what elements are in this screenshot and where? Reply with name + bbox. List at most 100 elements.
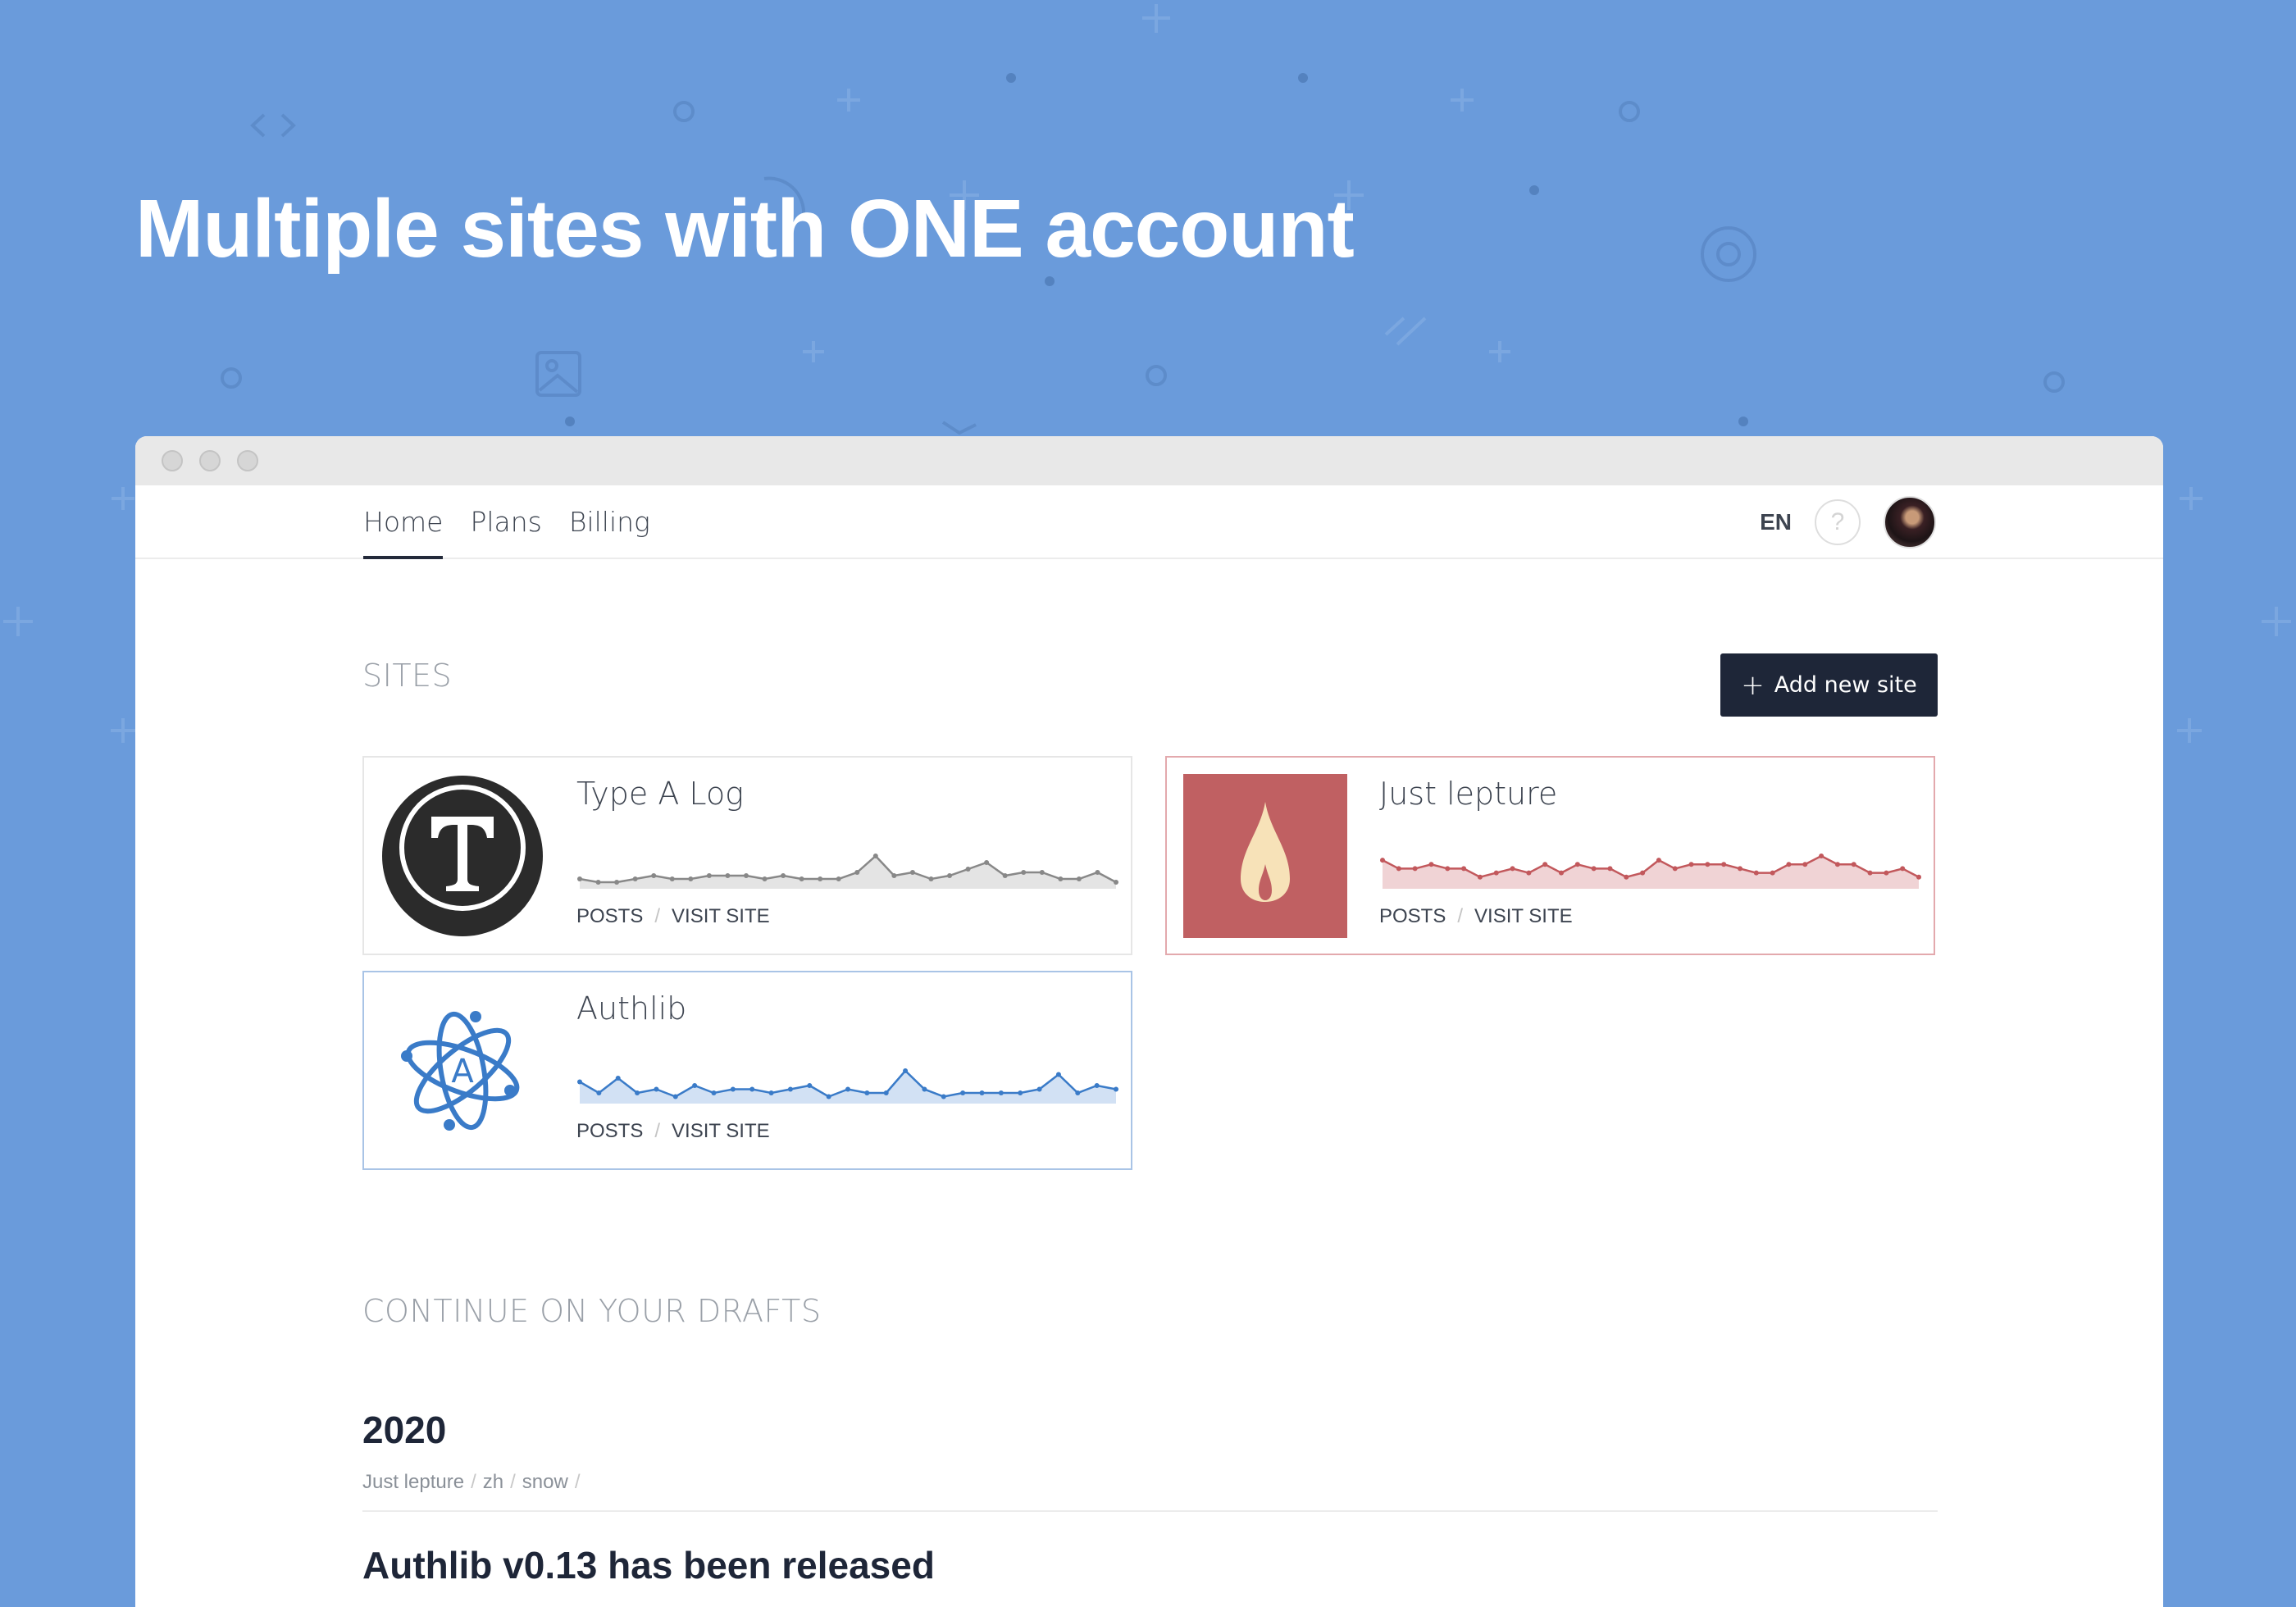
sparkline-point (807, 1083, 813, 1088)
visit-site-link[interactable]: VISIT SITE (672, 905, 770, 928)
sparkline-point (1607, 866, 1613, 872)
sparkline-point (1477, 874, 1483, 880)
sparkline-point (672, 1094, 678, 1099)
user-avatar[interactable] (1884, 496, 1936, 549)
sparkline-point (1445, 866, 1451, 872)
site-name: Just lepture (1379, 776, 1558, 812)
sparkline-point (960, 1090, 966, 1095)
nav-home-link[interactable]: Home (363, 485, 444, 559)
draft-title[interactable]: Authlib v0.13 has been released (362, 1543, 935, 1587)
draft-slug-link[interactable]: snow (522, 1471, 568, 1494)
sparkline-point (669, 876, 675, 881)
sparkline-point (1656, 858, 1661, 863)
top-navbar: Home Plans Billing EN ? (135, 485, 2163, 559)
site-traffic-sparkline (577, 1068, 1118, 1104)
sparkline-point (909, 870, 915, 875)
site-traffic-sparkline (577, 854, 1118, 889)
sparkline-point (615, 1076, 621, 1081)
posts-link[interactable]: POSTS (576, 905, 643, 928)
sparkline-point (1114, 880, 1118, 885)
site-card-authlib[interactable]: A Authlib POSTS / VISIT SITE (362, 971, 1132, 1170)
link-separator: / (1457, 905, 1464, 927)
question-circle-icon[interactable]: ? (1815, 499, 1861, 545)
breadcrumb-separator: / (510, 1471, 516, 1493)
sparkline-point (688, 876, 694, 881)
sparkline-point (1916, 874, 1921, 880)
sparkline-point (1770, 870, 1775, 876)
sparkline-point (854, 870, 860, 875)
nav-links: Home Plans Billing (363, 485, 650, 559)
sparkline-point (826, 1094, 831, 1099)
sparkline-point (1851, 862, 1856, 867)
sparkline-point (941, 1094, 946, 1099)
posts-link[interactable]: POSTS (1379, 905, 1446, 928)
nav-plans-link[interactable]: Plans (470, 485, 541, 559)
sparkline-point (706, 873, 712, 878)
add-new-site-button[interactable]: + Add new site (1720, 653, 1938, 717)
sparkline-point (1510, 866, 1515, 872)
draft-language-link[interactable]: zh (483, 1471, 503, 1494)
site-links: POSTS / VISIT SITE (576, 1120, 770, 1143)
sparkline-point (1055, 1072, 1061, 1077)
browser-window: Home Plans Billing EN ? SITES + Add new … (135, 436, 2163, 1607)
sparkline-point (1021, 870, 1027, 875)
sparkline-point (651, 873, 657, 878)
sparkline-point (845, 1086, 850, 1092)
sparkline-point (1039, 870, 1045, 875)
sparkline-point (632, 876, 638, 881)
window-close-button[interactable] (162, 450, 183, 471)
sparkline-point (1396, 866, 1401, 872)
nav-right: EN ? (1760, 485, 1936, 559)
plus-icon: + (1741, 668, 1765, 702)
sparkline-point (614, 880, 620, 885)
language-switcher[interactable]: EN (1760, 509, 1792, 535)
draft-site-link[interactable]: Just lepture (362, 1471, 464, 1494)
sparkline-point (799, 876, 804, 881)
sparkline-point (1018, 1090, 1023, 1095)
sparkline-point (1867, 870, 1873, 876)
sparkline-point (1672, 866, 1678, 872)
posts-link[interactable]: POSTS (576, 1120, 643, 1143)
sparkline-point (577, 1079, 582, 1085)
sparkline-point (1802, 862, 1808, 867)
visit-site-link[interactable]: VISIT SITE (672, 1120, 770, 1143)
hero-title: Multiple sites with ONE account (135, 183, 1355, 275)
drafts-section-title: CONTINUE ON YOUR DRAFTS (362, 1293, 822, 1329)
sparkline-point (762, 876, 768, 881)
flame-icon (1183, 774, 1347, 938)
link-separator: / (654, 1120, 661, 1142)
sparkline-point (1721, 862, 1727, 867)
sparkline-point (1753, 870, 1759, 876)
visit-site-link[interactable]: VISIT SITE (1474, 905, 1573, 928)
sparkline-point (1819, 854, 1824, 858)
link-separator: / (654, 905, 661, 927)
sparkline-point (922, 1086, 927, 1092)
add-new-site-label: Add new site (1774, 672, 1917, 698)
sparkline-point (730, 1086, 736, 1092)
sparkline-point (768, 1090, 774, 1095)
sparkline-point (872, 854, 878, 858)
sparkline-point (903, 1068, 909, 1073)
site-name: Type A Log (576, 776, 744, 812)
sparkline-point (692, 1083, 698, 1088)
site-card-type-a-log[interactable]: Type A Log POSTS / VISIT SITE (362, 756, 1132, 955)
sparkline-point (1036, 1086, 1042, 1092)
site-card-just-lepture[interactable]: Just lepture POSTS / VISIT SITE (1165, 756, 1935, 955)
sparkline-point (979, 1090, 985, 1095)
typewriter-t-icon (380, 774, 544, 938)
draft-divider (362, 1510, 1938, 1512)
nav-billing-link[interactable]: Billing (569, 485, 650, 559)
sparkline-point (1526, 870, 1532, 876)
sparkline-point (1688, 862, 1694, 867)
window-minimize-button[interactable] (199, 450, 221, 471)
sites-section-title: SITES (362, 658, 453, 694)
sparkline-point (654, 1086, 659, 1092)
sparkline-point (1461, 866, 1467, 872)
sparkline-point (1786, 862, 1792, 867)
window-maximize-button[interactable] (237, 450, 258, 471)
sparkline-point (577, 876, 582, 881)
sparkline-point (781, 873, 786, 878)
site-traffic-sparkline (1380, 854, 1921, 889)
sparkline-point (1076, 876, 1082, 881)
sparkline-point (864, 1090, 870, 1095)
